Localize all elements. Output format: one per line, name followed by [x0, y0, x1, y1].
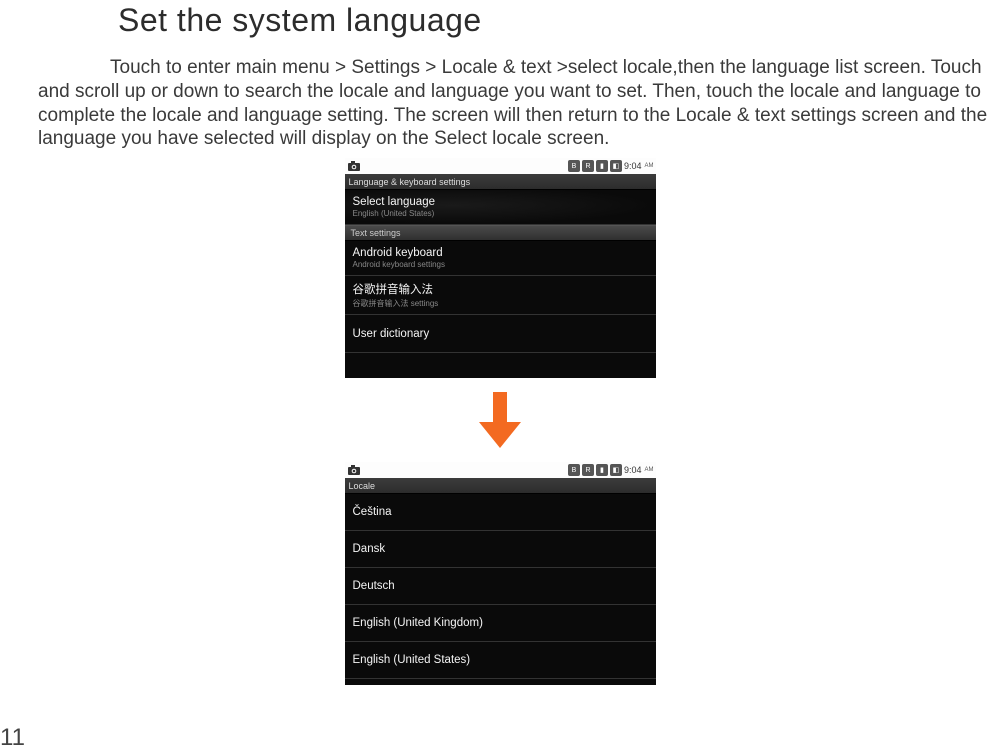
- body-text-content: Touch to enter main menu > Settings > Lo…: [38, 57, 987, 149]
- screenshot-locale-list: B R ▮ ◧ 9:04AM Locale Čeština Dansk Deut…: [345, 462, 656, 685]
- body-paragraph: Touch to enter main menu > Settings > Lo…: [38, 56, 998, 151]
- bluetooth-icon: B: [568, 160, 580, 172]
- row-android-keyboard[interactable]: Android keyboard Android keyboard settin…: [345, 241, 656, 276]
- row-subtitle: English (United States): [353, 209, 648, 218]
- battery-icon: ◧: [610, 464, 622, 476]
- locale-label: Deutsch: [353, 580, 648, 592]
- row-google-pinyin[interactable]: 谷歌拼音输入法 谷歌拼音输入法 settings: [345, 276, 656, 315]
- locale-item-english-uk[interactable]: English (United Kingdom): [345, 605, 656, 642]
- camera-icon: [347, 160, 361, 172]
- locale-label: English (United States): [353, 654, 648, 666]
- clock-time: 9:04: [624, 161, 642, 171]
- filler: [345, 679, 656, 685]
- locale-item-deutsch[interactable]: Deutsch: [345, 568, 656, 605]
- locale-label: Čeština: [353, 506, 648, 518]
- screenshot-language-settings: B R ▮ ◧ 9:04AM Language & keyboard setti…: [345, 158, 656, 378]
- clock-time: 9:04: [624, 465, 642, 475]
- row-subtitle: Android keyboard settings: [353, 260, 648, 269]
- battery-icon: ◧: [610, 160, 622, 172]
- row-user-dictionary[interactable]: User dictionary: [345, 315, 656, 353]
- filler: [345, 353, 656, 378]
- section-header-text-settings: Text settings: [345, 225, 656, 241]
- screen-header: Locale: [345, 478, 656, 494]
- sim-icon: R: [582, 160, 594, 172]
- signal-icon: ▮: [596, 160, 608, 172]
- signal-icon: ▮: [596, 464, 608, 476]
- clock-ampm: AM: [645, 467, 654, 473]
- screenshots-container: B R ▮ ◧ 9:04AM Language & keyboard setti…: [0, 158, 1000, 685]
- locale-item-english-us[interactable]: English (United States): [345, 642, 656, 679]
- status-bar: B R ▮ ◧ 9:04AM: [345, 462, 656, 478]
- screen-header: Language & keyboard settings: [345, 174, 656, 190]
- locale-item-dansk[interactable]: Dansk: [345, 531, 656, 568]
- bluetooth-icon: B: [568, 464, 580, 476]
- row-title: User dictionary: [353, 328, 648, 340]
- clock-ampm: AM: [645, 163, 654, 169]
- status-bar: B R ▮ ◧ 9:04AM: [345, 158, 656, 174]
- locale-item-cestina[interactable]: Čeština: [345, 494, 656, 531]
- locale-label: English (United Kingdom): [353, 617, 648, 629]
- sim-icon: R: [582, 464, 594, 476]
- row-title: Android keyboard: [353, 247, 648, 259]
- arrow-down: [345, 392, 656, 448]
- locale-label: Dansk: [353, 543, 648, 555]
- camera-icon: [347, 464, 361, 476]
- manual-page: Set the system language Touch to enter m…: [0, 0, 1000, 756]
- row-select-language[interactable]: Select language English (United States): [345, 190, 656, 225]
- page-number: 11: [0, 724, 25, 752]
- arrow-down-icon: [477, 392, 523, 448]
- page-title: Set the system language: [118, 2, 482, 39]
- row-title: 谷歌拼音输入法: [353, 281, 648, 297]
- row-subtitle: 谷歌拼音输入法 settings: [353, 298, 648, 309]
- row-title: Select language: [353, 196, 648, 208]
